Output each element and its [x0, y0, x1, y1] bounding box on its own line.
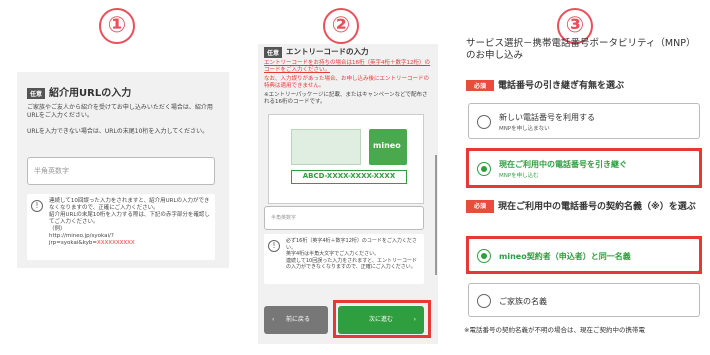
- entry-code-input[interactable]: 半角英数字: [264, 206, 424, 230]
- description: ご家族やご友人から紹介を受けてお申し込みいただく場合は、紹介用URLをご入力くだ…: [27, 104, 213, 119]
- option-sub: MNPを申し込まない: [499, 126, 550, 132]
- back-button[interactable]: ‹ 前に戻る: [264, 306, 328, 334]
- panel-title: 紹介用URLの入力: [49, 88, 132, 99]
- info-icon: !: [268, 240, 280, 252]
- entry-code-warning-2: なお、入力誤りがあった場合、お申し込み後にエントリーコードの特典は適用できません…: [264, 76, 430, 89]
- optional-badge: 任意: [27, 87, 46, 99]
- description-2: URLを入力できない場合は、URLの末尾10桁を入力してください。: [27, 128, 209, 135]
- step-number-2: ②: [323, 8, 359, 44]
- footnote: ※電話番号の契約名義が不明の場合は、現在ご契約中の携帯電: [464, 326, 645, 334]
- notice-line: 紹介用URLの末尾10桁を入力する際は、下記の赤字部分を確認してご入力ください。: [49, 212, 210, 225]
- mnp-panel: サービス選択－携帯電話番号ポータビリティ（MNP）のお申し込み 必須 電話番号の引…: [460, 38, 705, 355]
- question-title: 現在ご利用中の電話番号の契約名義（※）を選ぶ: [498, 202, 696, 212]
- notice-line: 連続して10回誤った入力をされますと、紹介用URLの入力ができなくなりますので、…: [49, 198, 210, 211]
- notice-line: 連続して10回誤った入力をされますと、エントリーコードの入力ができなくなりますの…: [286, 257, 418, 271]
- notice-line: 必ず16桁（英字4桁＋数字12桁）のコードをご入力ください。: [286, 238, 417, 251]
- referral-url-input[interactable]: 半角英数字: [27, 157, 215, 185]
- referral-url-panel: 任意 紹介用URLの入力 ご家族やご友人から紹介を受けてお申し込みいただく場合は、…: [17, 72, 229, 268]
- required-badge: 必須: [466, 200, 495, 213]
- notice-line: jrp=syokai&kyb=: [49, 240, 97, 246]
- keep-number-highlight: [466, 148, 702, 188]
- option-label: 新しい電話番号を利用する: [499, 113, 595, 122]
- entry-code-description: ※エントリーパッケージに記載、またはキャンペーンなどで配布される16桁のコードで…: [264, 92, 428, 105]
- scrollbar[interactable]: [435, 155, 437, 275]
- required-badge: 必須: [466, 80, 495, 91]
- panel-title: エントリーコードの入力: [286, 47, 369, 56]
- radio-family-name[interactable]: [477, 294, 491, 308]
- notice-line: http://mineo.jp/syokai/?: [49, 233, 114, 239]
- mnp-heading: サービス選択－携帯電話番号ポータビリティ（MNP）のお申し込み: [466, 38, 691, 61]
- optional-badge: 任意: [264, 46, 283, 58]
- option-new-number[interactable]: 新しい電話番号を利用する MNPを申し込まない: [468, 103, 700, 139]
- notice-box: ! 連続して10回誤った入力をされますと、紹介用URLの入力ができなくなりますの…: [27, 194, 215, 260]
- next-button-highlight: [333, 300, 431, 338]
- option-family-name[interactable]: ご家族の名義: [468, 283, 700, 317]
- same-name-highlight: [466, 236, 702, 274]
- chevron-left-icon: ‹: [272, 316, 275, 323]
- entry-package-image: mineo ABCD-XXXX-XXXX-XXXX: [268, 114, 424, 204]
- notice-box: ! 必ず16桁（英字4桁＋数字12桁）のコードをご入力ください。 英字4桁は半角…: [264, 234, 424, 284]
- question-title: 電話番号の引き継ぎ有無を選ぶ: [498, 81, 625, 91]
- info-icon: !: [31, 200, 43, 212]
- entry-code-warning: エントリーコードをお持ちの場合は16桁（英字4桁＋数字12桁）のコードをご入力く…: [264, 60, 430, 73]
- entry-code-sample: ABCD-XXXX-XXXX-XXXX: [291, 170, 407, 184]
- mineo-card: mineo: [369, 129, 407, 165]
- radio-new-number[interactable]: [477, 115, 491, 129]
- step-number-1: ①: [99, 8, 135, 44]
- example-red: XXXXXXXXXX: [97, 240, 135, 246]
- entry-code-panel: 任意 エントリーコードの入力 エントリーコードをお持ちの場合は16桁（英字4桁＋数…: [258, 44, 438, 344]
- option-label: ご家族の名義: [499, 297, 547, 306]
- notice-line: （例）: [49, 226, 66, 232]
- mineo-logo: mineo: [373, 141, 401, 150]
